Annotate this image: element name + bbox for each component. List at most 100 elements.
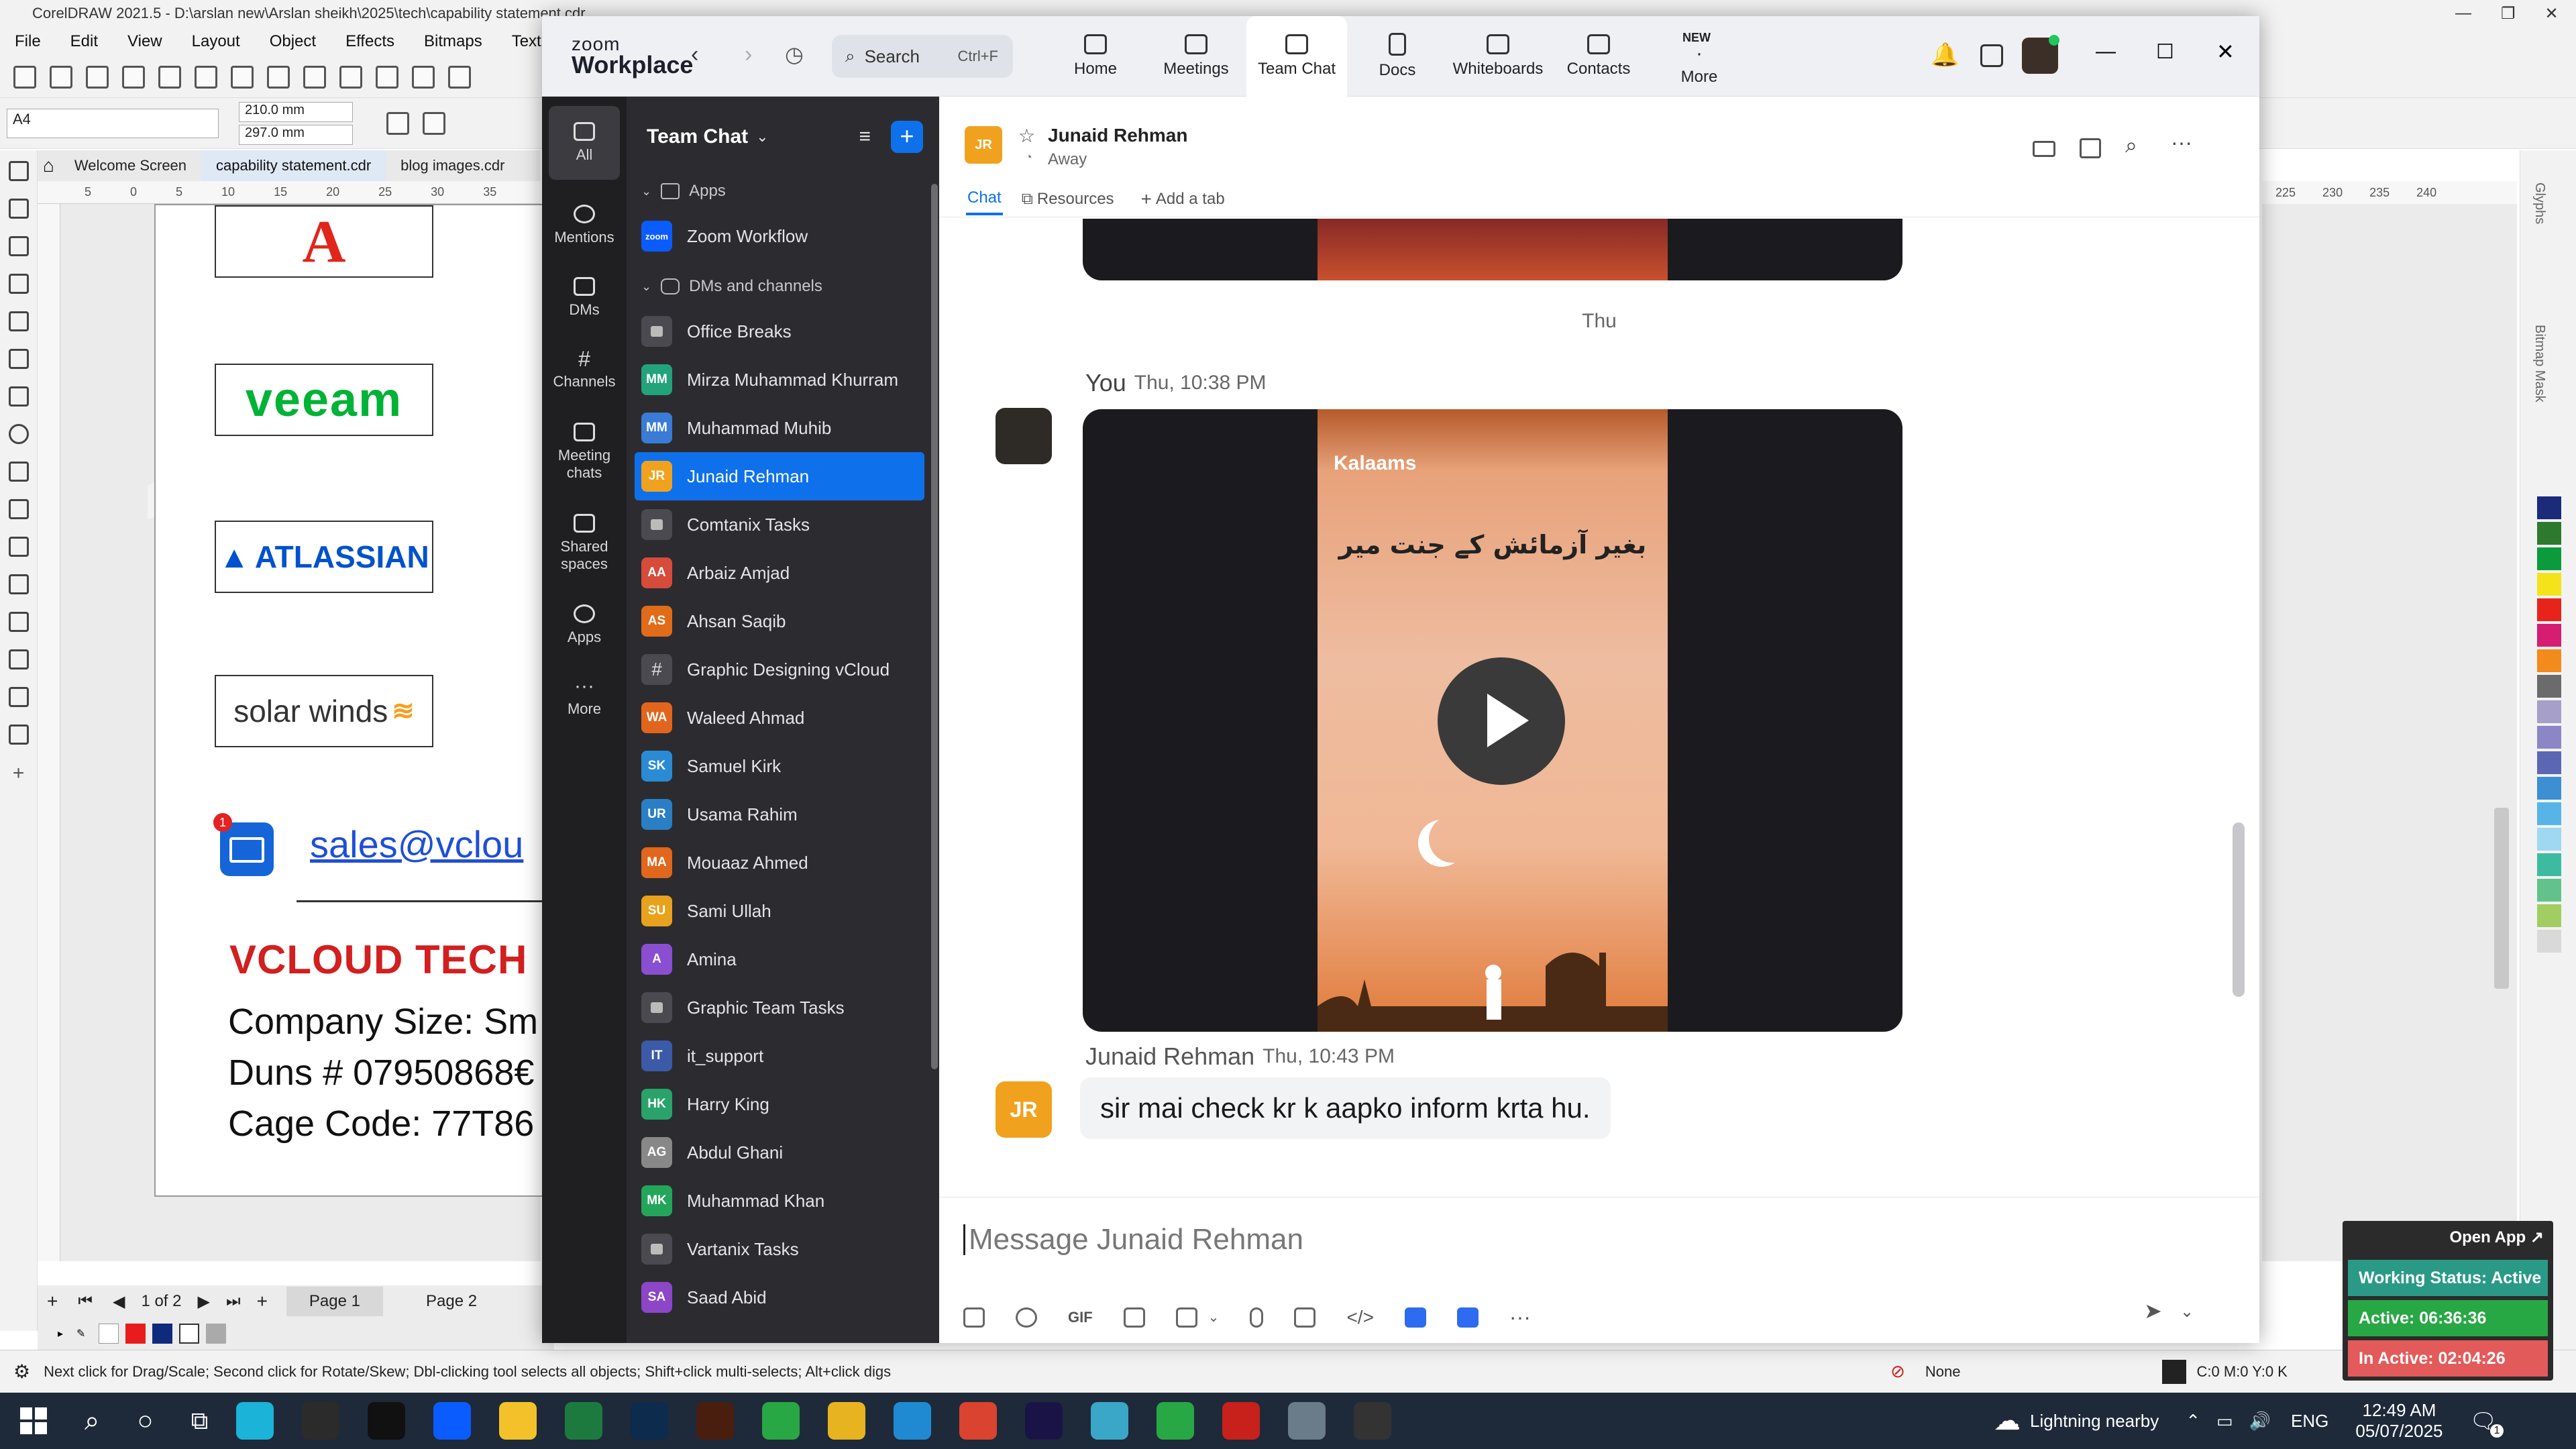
taskbar-app-premiere-icon[interactable] xyxy=(1025,1402,1063,1440)
emoji-icon[interactable] xyxy=(1016,1307,1037,1328)
connector-tool-icon[interactable] xyxy=(8,574,29,594)
page-size-select[interactable]: A4 xyxy=(7,108,219,138)
filter-icon[interactable]: ≡ xyxy=(859,125,871,148)
glyphs-dock-tab[interactable]: Glyphs xyxy=(2532,182,2547,224)
nav-more[interactable]: NEW · More xyxy=(1649,16,1750,97)
open-folder-icon[interactable] xyxy=(50,65,72,89)
menu-text[interactable]: Text xyxy=(512,32,541,51)
nav-whiteboards[interactable]: Whiteboards xyxy=(1448,16,1548,97)
history-icon[interactable]: ◷ xyxy=(785,42,804,67)
home-icon[interactable]: ⌂ xyxy=(43,155,54,176)
page-tab-1[interactable]: Page 1 xyxy=(286,1287,383,1316)
weather-icon[interactable]: ☁ xyxy=(1994,1405,2021,1436)
page-width-field[interactable]: 210.0 mm xyxy=(239,101,353,122)
add-tool-icon[interactable]: + xyxy=(0,762,37,785)
close-icon[interactable]: ✕ xyxy=(2216,39,2235,64)
taskbar-app-edge-icon[interactable] xyxy=(236,1402,274,1440)
eyedropper-icon[interactable] xyxy=(8,687,29,707)
list-item-contact[interactable]: HK Harry King xyxy=(627,1080,939,1128)
rail-all[interactable]: All xyxy=(549,106,620,180)
list-item-contact[interactable]: AA Arbaiz Amjad xyxy=(627,549,939,597)
palette-arrow-icon[interactable]: ▸ xyxy=(58,1327,63,1340)
chevron-down-icon[interactable]: ⌄ xyxy=(1208,1309,1220,1326)
menu-layout[interactable]: Layout xyxy=(192,32,240,51)
contact-name[interactable]: Junaid Rehman xyxy=(1048,125,1187,146)
rail-shared-spaces[interactable]: Shared spaces xyxy=(542,498,627,589)
palette-swatch[interactable] xyxy=(2537,624,2561,647)
dimension-tool-icon[interactable] xyxy=(8,537,29,557)
list-item-contact[interactable]: MA Mouaaz Ahmed xyxy=(627,839,939,887)
chevron-down-icon[interactable]: ⌄ xyxy=(756,128,768,146)
taskbar-app-photoshop-icon[interactable] xyxy=(631,1402,669,1440)
palette-swatch[interactable] xyxy=(2537,828,2561,851)
contact-avatar[interactable]: JR xyxy=(965,126,1002,164)
export-icon[interactable] xyxy=(448,65,471,89)
swatch-navy[interactable] xyxy=(152,1324,173,1344)
send-options-icon[interactable]: ⌄ xyxy=(2180,1302,2194,1322)
bell-icon[interactable]: 🔔 xyxy=(1931,42,1959,68)
list-item-contact[interactable]: UR Usama Rahim xyxy=(627,790,939,839)
video-call-icon[interactable] xyxy=(2033,141,2055,157)
clock[interactable]: 12:49 AM 05/07/2025 xyxy=(2355,1400,2443,1442)
palette-swatch[interactable] xyxy=(2537,879,2561,902)
list-item-contact[interactable]: SA Saad Abid xyxy=(627,1273,939,1322)
palette-swatch[interactable] xyxy=(2537,930,2561,953)
next-page-icon[interactable]: ▶ xyxy=(197,1292,209,1311)
notification-icon[interactable]: 🗨 1 xyxy=(2470,1408,2504,1438)
palette-swatch[interactable] xyxy=(2537,522,2561,545)
text-tool-icon[interactable] xyxy=(8,499,29,519)
rail-meeting-chats[interactable]: Meeting chats xyxy=(542,407,627,498)
reply-avatar[interactable]: JR xyxy=(996,1081,1052,1138)
copy-icon[interactable] xyxy=(267,65,290,89)
menu-file[interactable]: File xyxy=(15,32,41,51)
weather-text[interactable]: Lightning nearby xyxy=(2030,1411,2159,1432)
cloud-upload-icon[interactable] xyxy=(122,65,145,89)
play-button[interactable] xyxy=(1438,657,1565,785)
more-actions-icon[interactable]: ··· xyxy=(1509,1305,1531,1330)
taskbar-app-chrome-2-icon[interactable] xyxy=(959,1402,998,1440)
swatch-gray[interactable] xyxy=(206,1324,227,1344)
palette-swatch[interactable] xyxy=(2537,726,2561,749)
back-arrow-icon[interactable]: ‹ xyxy=(691,42,698,68)
more-options-icon[interactable]: ··· xyxy=(2171,130,2192,155)
list-item-contact[interactable]: SU Sami Ullah xyxy=(627,887,939,935)
minimize-icon[interactable]: — xyxy=(2455,4,2471,23)
dms-section-header[interactable]: ⌄ DMs and channels xyxy=(627,266,939,307)
list-item-contact[interactable]: Comtanix Tasks xyxy=(627,500,939,549)
shape-tool-icon[interactable] xyxy=(8,199,29,219)
search-box[interactable]: ⌕ Search Ctrl+F xyxy=(832,35,1013,78)
list-item-contact[interactable]: A Amina xyxy=(627,935,939,983)
interactive-fill-icon[interactable] xyxy=(8,724,29,745)
nav-contacts[interactable]: Contacts xyxy=(1548,16,1649,97)
rail-more[interactable]: ··· More xyxy=(542,661,627,734)
palette-swatch[interactable] xyxy=(2537,598,2561,621)
polygon-tool-icon[interactable] xyxy=(8,462,29,482)
landscape-icon[interactable] xyxy=(423,111,445,135)
rail-apps[interactable]: Apps xyxy=(542,589,627,661)
star-icon[interactable]: ☆ xyxy=(1018,125,1035,147)
menu-effects[interactable]: Effects xyxy=(345,32,394,51)
apps-section-header[interactable]: ⌄ Apps xyxy=(627,170,939,212)
taskbar-app-chrome-icon[interactable] xyxy=(828,1402,866,1440)
zoom-tool-icon[interactable] xyxy=(8,274,29,294)
nav-docs[interactable]: Docs xyxy=(1347,16,1448,97)
menu-object[interactable]: Object xyxy=(270,32,316,51)
open-app-button[interactable]: Open App ↗ xyxy=(2449,1228,2544,1247)
taskbar-app-zoom-icon[interactable] xyxy=(433,1402,472,1440)
cut-icon[interactable] xyxy=(231,65,254,89)
portrait-icon[interactable] xyxy=(386,111,409,135)
taskbar-app-excel-icon[interactable] xyxy=(565,1402,603,1440)
add-page-end-icon[interactable]: + xyxy=(257,1291,268,1312)
sidebar-scrollbar[interactable] xyxy=(931,184,938,1069)
my-avatar[interactable] xyxy=(996,408,1052,464)
rectangle-tool-icon[interactable] xyxy=(8,386,29,407)
app-integration-icon[interactable] xyxy=(1404,1307,1426,1328)
maximize-icon[interactable]: ☐ xyxy=(2156,40,2174,64)
sidebar-title[interactable]: Team Chat xyxy=(647,125,748,148)
taskbar-app-illustrator-icon[interactable] xyxy=(696,1402,735,1440)
list-item-zoom-workflow[interactable]: zoom Zoom Workflow xyxy=(627,212,939,260)
prev-page-icon[interactable]: ◀ xyxy=(113,1292,125,1311)
palette-swatch[interactable] xyxy=(2537,675,2561,698)
canvas-right-area[interactable] xyxy=(2262,204,2517,1261)
palette-swatch[interactable] xyxy=(2537,853,2561,876)
